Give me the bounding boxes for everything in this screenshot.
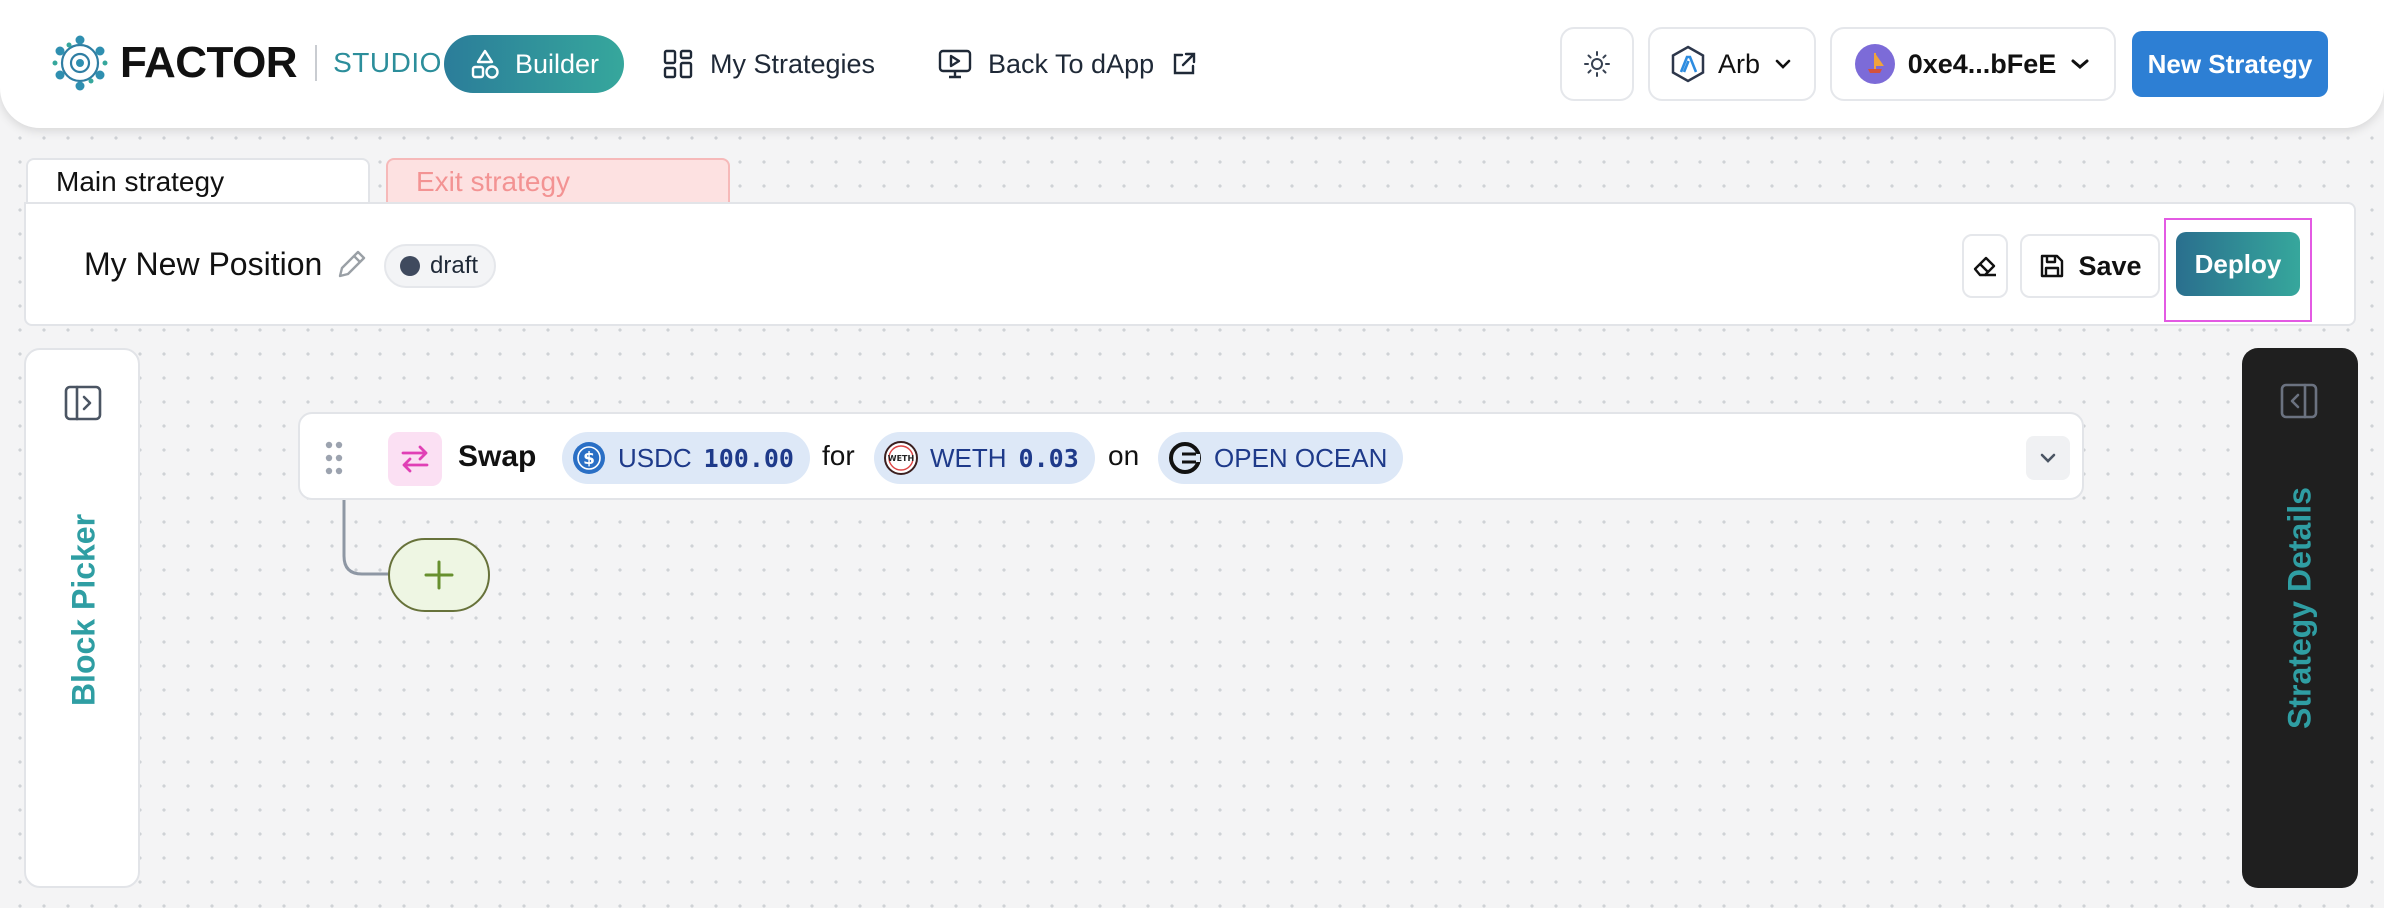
tab-main-strategy[interactable]: Main strategy bbox=[26, 158, 370, 204]
network-selector[interactable]: Arb bbox=[1648, 27, 1816, 101]
from-token-pill[interactable]: $ USDC 100.00 bbox=[562, 432, 810, 484]
swap-block[interactable]: Swap $ USDC 100.00 for WETH WETH 0.03 on… bbox=[298, 412, 2084, 500]
plus-icon bbox=[424, 560, 454, 590]
builder-nav-button[interactable]: Builder bbox=[444, 35, 624, 93]
my-strategies-label: My Strategies bbox=[710, 48, 876, 79]
protocol-name: OPEN OCEAN bbox=[1214, 442, 1388, 473]
back-to-dapp-link[interactable]: Back To dApp bbox=[938, 36, 1198, 92]
wallet-address: 0xe4...bFeE bbox=[1907, 48, 2057, 79]
status-dot bbox=[400, 256, 420, 276]
to-token-amount: 0.03 bbox=[1018, 443, 1079, 473]
chevron-down-icon bbox=[2071, 59, 2089, 69]
top-header: FACTOR STUDIO Builder My Strategies Back… bbox=[0, 0, 2384, 128]
new-strategy-button[interactable]: New Strategy bbox=[2132, 31, 2328, 97]
block-picker-label: Block Picker bbox=[65, 513, 102, 707]
save-label: Save bbox=[2078, 250, 2142, 281]
position-title: My New Position bbox=[84, 246, 323, 282]
svg-text:WETH: WETH bbox=[888, 454, 914, 463]
tab-exit-strategy[interactable]: Exit strategy bbox=[386, 158, 730, 204]
protocol-pill[interactable]: OPEN OCEAN bbox=[1158, 432, 1404, 484]
from-token-symbol: USDC bbox=[618, 442, 692, 473]
status-badge: draft bbox=[384, 244, 497, 288]
strategy-toolbar: My New Position draft Save Deploy bbox=[24, 202, 2356, 326]
logo-studio-label: STUDIO bbox=[333, 47, 442, 78]
external-link-icon bbox=[1173, 52, 1196, 75]
strategy-details-label: Strategy Details bbox=[2281, 487, 2318, 729]
my-strategies-nav-link[interactable]: My Strategies bbox=[662, 36, 875, 92]
status-label: draft bbox=[430, 252, 479, 279]
network-label: Arb bbox=[1717, 48, 1761, 79]
logo-divider bbox=[315, 45, 318, 81]
strategy-details-panel[interactable]: Strategy Details bbox=[2242, 348, 2358, 888]
logo-text: FACTOR bbox=[120, 38, 298, 87]
open-ocean-icon bbox=[1169, 442, 1201, 474]
add-block-button[interactable] bbox=[388, 538, 490, 612]
arbitrum-icon bbox=[1671, 45, 1705, 83]
theme-toggle-button[interactable] bbox=[1560, 27, 1634, 101]
deploy-button[interactable]: Deploy bbox=[2176, 232, 2300, 296]
wallet-button[interactable]: 0xe4...bFeE bbox=[1830, 27, 2116, 101]
for-label: for bbox=[822, 440, 855, 471]
floppy-icon bbox=[2041, 254, 2064, 278]
save-button[interactable]: Save bbox=[2020, 234, 2160, 298]
block-connector-line bbox=[342, 500, 392, 576]
dashboard-icon bbox=[663, 49, 693, 79]
sun-icon bbox=[1584, 51, 1610, 77]
on-label: on bbox=[1108, 440, 1140, 471]
chevron-down-icon bbox=[1775, 59, 1791, 69]
block-action-label: Swap bbox=[458, 440, 537, 473]
drag-handle-icon[interactable] bbox=[324, 440, 344, 476]
chevron-down-icon bbox=[2040, 453, 2056, 463]
panel-expand-icon[interactable] bbox=[62, 382, 104, 424]
shapes-icon bbox=[471, 49, 499, 79]
panel-collapse-icon[interactable] bbox=[2278, 380, 2320, 422]
from-token-amount: 100.00 bbox=[703, 443, 794, 473]
to-token-symbol: WETH bbox=[930, 442, 1007, 473]
weth-icon: WETH bbox=[884, 441, 918, 475]
monitor-play-icon bbox=[938, 49, 972, 79]
to-token-pill[interactable]: WETH WETH 0.03 bbox=[874, 432, 1095, 484]
swap-arrows-icon bbox=[388, 432, 442, 486]
factor-logo-icon bbox=[52, 35, 108, 91]
svg-text:$: $ bbox=[583, 449, 595, 469]
usdc-icon: $ bbox=[573, 442, 605, 474]
avatar-icon bbox=[1854, 44, 1895, 84]
builder-label: Builder bbox=[514, 48, 600, 79]
eraser-icon bbox=[1973, 256, 1996, 277]
expand-block-button[interactable] bbox=[2026, 436, 2070, 480]
factor-logo[interactable]: FACTOR STUDIO bbox=[52, 34, 442, 92]
clear-button[interactable] bbox=[1962, 234, 2008, 298]
back-to-dapp-label: Back To dApp bbox=[988, 48, 1155, 79]
block-picker-panel[interactable]: Block Picker bbox=[24, 348, 140, 888]
pencil-icon[interactable] bbox=[334, 246, 370, 282]
